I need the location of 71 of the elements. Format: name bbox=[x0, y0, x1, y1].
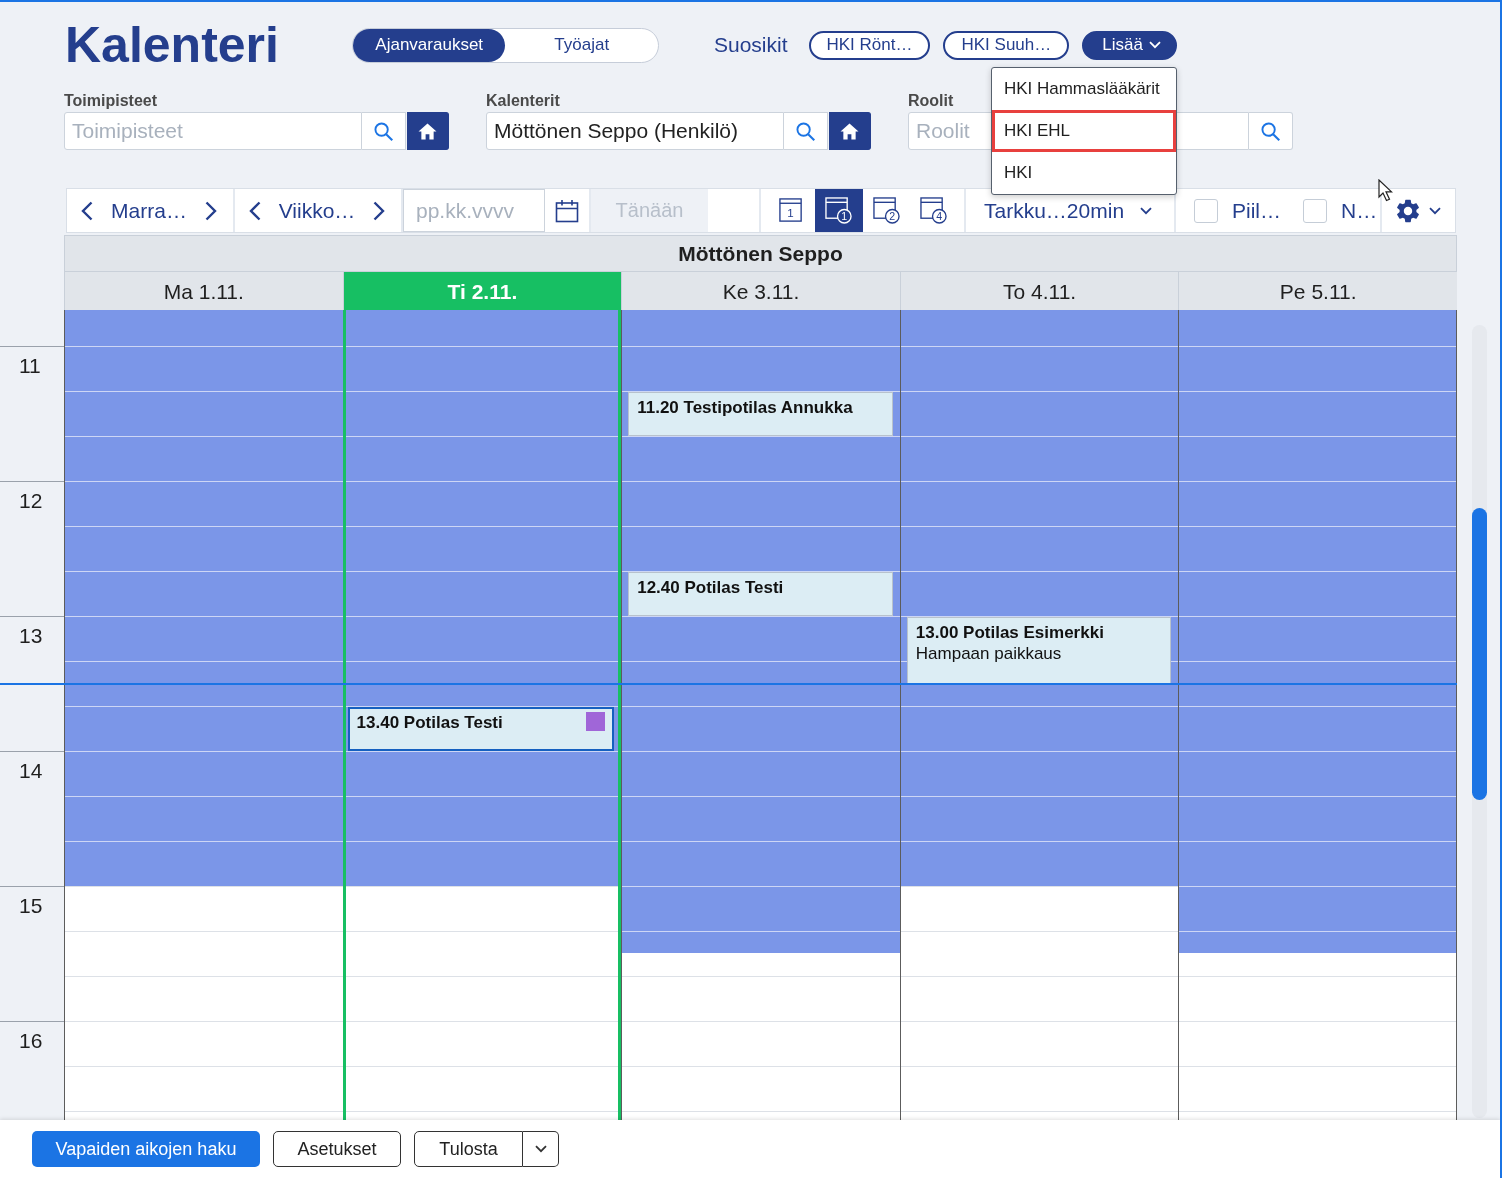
mode-tab[interactable]: Ajanvaraukset bbox=[352, 28, 506, 62]
chevron-right-icon bbox=[205, 200, 217, 221]
appointment-title: 13.40 Potilas Testi bbox=[356, 713, 504, 733]
field-label: Kalenterit bbox=[486, 91, 561, 111]
appointment-title: 12.40 Potilas Testi bbox=[637, 578, 785, 598]
calendar-view-button[interactable]: 1 bbox=[815, 189, 863, 232]
checkbox-label: N… bbox=[1341, 198, 1378, 223]
week-label: Viikko… bbox=[278, 198, 356, 223]
checkbox[interactable] bbox=[1303, 198, 1327, 223]
field-label: Roolit bbox=[908, 91, 955, 111]
month-label: Marra… bbox=[111, 198, 187, 223]
search-button[interactable] bbox=[1249, 112, 1293, 150]
resolution-label: Tarkku… bbox=[984, 198, 1067, 223]
search-icon bbox=[796, 121, 815, 141]
calendar-icon bbox=[555, 198, 579, 223]
dropdown-button[interactable] bbox=[523, 1131, 559, 1167]
appointment-card[interactable]: 12.40 Potilas Testi bbox=[628, 572, 893, 616]
checkbox[interactable] bbox=[1194, 198, 1218, 223]
hour-label: 14 bbox=[19, 759, 43, 783]
chevron-left-icon bbox=[81, 200, 93, 221]
settings-button[interactable] bbox=[1396, 198, 1441, 223]
day-header[interactable]: Ma 1.11. bbox=[64, 272, 343, 312]
home-button[interactable] bbox=[829, 112, 871, 150]
appointment-card[interactable]: 11.20 Testipotilas Annukka bbox=[628, 392, 893, 436]
hour-label: 12 bbox=[19, 489, 43, 513]
caret-down-icon bbox=[534, 1145, 547, 1153]
appointment-title: 13.00 Potilas Esimerkki bbox=[915, 623, 1105, 643]
resolution-select[interactable]: 20min bbox=[1066, 198, 1157, 223]
caret-down-icon bbox=[1140, 206, 1153, 215]
scrollbar-thumb[interactable] bbox=[1472, 508, 1487, 800]
appointment-title: 11.20 Testipotilas Annukka bbox=[637, 398, 854, 418]
hour-label: 15 bbox=[19, 894, 43, 918]
input-field[interactable]: Möttönen Seppo (Henkilö) bbox=[486, 112, 784, 150]
caret-down-icon bbox=[1148, 41, 1161, 49]
appointment-card[interactable]: 13.00 Potilas Esimerkki Hampaan paikkaus bbox=[906, 617, 1172, 684]
home-icon bbox=[418, 122, 437, 140]
search-button[interactable] bbox=[362, 112, 406, 150]
day-header[interactable]: Ke 3.11. bbox=[621, 272, 900, 312]
calendar-owner-header: Möttönen Seppo bbox=[64, 235, 1457, 272]
day-header[interactable]: To 4.11. bbox=[899, 272, 1179, 312]
favorites-label: Suosikit bbox=[713, 33, 788, 57]
search-free-times-button[interactable]: Vapaiden aikojen haku bbox=[32, 1131, 260, 1167]
mode-tab[interactable]: Työajat bbox=[505, 28, 658, 62]
search-icon bbox=[374, 121, 393, 141]
home-button[interactable] bbox=[407, 112, 449, 150]
menu-item[interactable]: HKI Hammaslääkärit bbox=[991, 67, 1176, 110]
search-button[interactable] bbox=[784, 112, 828, 150]
more-button[interactable]: Lisää bbox=[1082, 30, 1177, 60]
appointment-card[interactable]: 13.40 Potilas Testi bbox=[347, 707, 615, 751]
chevron-left-icon bbox=[249, 200, 261, 221]
appointment-description: Hampaan paikkaus bbox=[915, 643, 1063, 665]
hour-label: 13 bbox=[19, 624, 43, 648]
favorite-button[interactable]: HKI Rönt… bbox=[808, 30, 931, 60]
print-button[interactable]: Tulosta bbox=[414, 1131, 523, 1167]
favorite-button[interactable]: HKI Suuh… bbox=[943, 30, 1070, 60]
day-header[interactable]: Pe 5.11. bbox=[1178, 272, 1457, 312]
page-title: Kalenteri bbox=[65, 16, 279, 75]
settings-text-button[interactable]: Asetukset bbox=[273, 1131, 401, 1167]
date-field[interactable]: pp.kk.vvvv bbox=[403, 189, 545, 232]
input-field[interactable]: Toimipisteet bbox=[64, 112, 362, 150]
field-label: Toimipisteet bbox=[64, 91, 159, 111]
caret-down-icon bbox=[1428, 206, 1441, 215]
hour-label: 16 bbox=[19, 1029, 43, 1053]
hour-label: 11 bbox=[19, 354, 41, 378]
checkbox-label: Piil… bbox=[1232, 198, 1281, 223]
chevron-right-icon bbox=[373, 200, 385, 221]
home-icon bbox=[840, 122, 859, 140]
search-icon bbox=[1261, 121, 1280, 141]
menu-item[interactable]: HKI EHL bbox=[991, 109, 1176, 152]
settings-icon bbox=[1396, 198, 1419, 223]
menu-item[interactable]: HKI bbox=[991, 151, 1176, 194]
